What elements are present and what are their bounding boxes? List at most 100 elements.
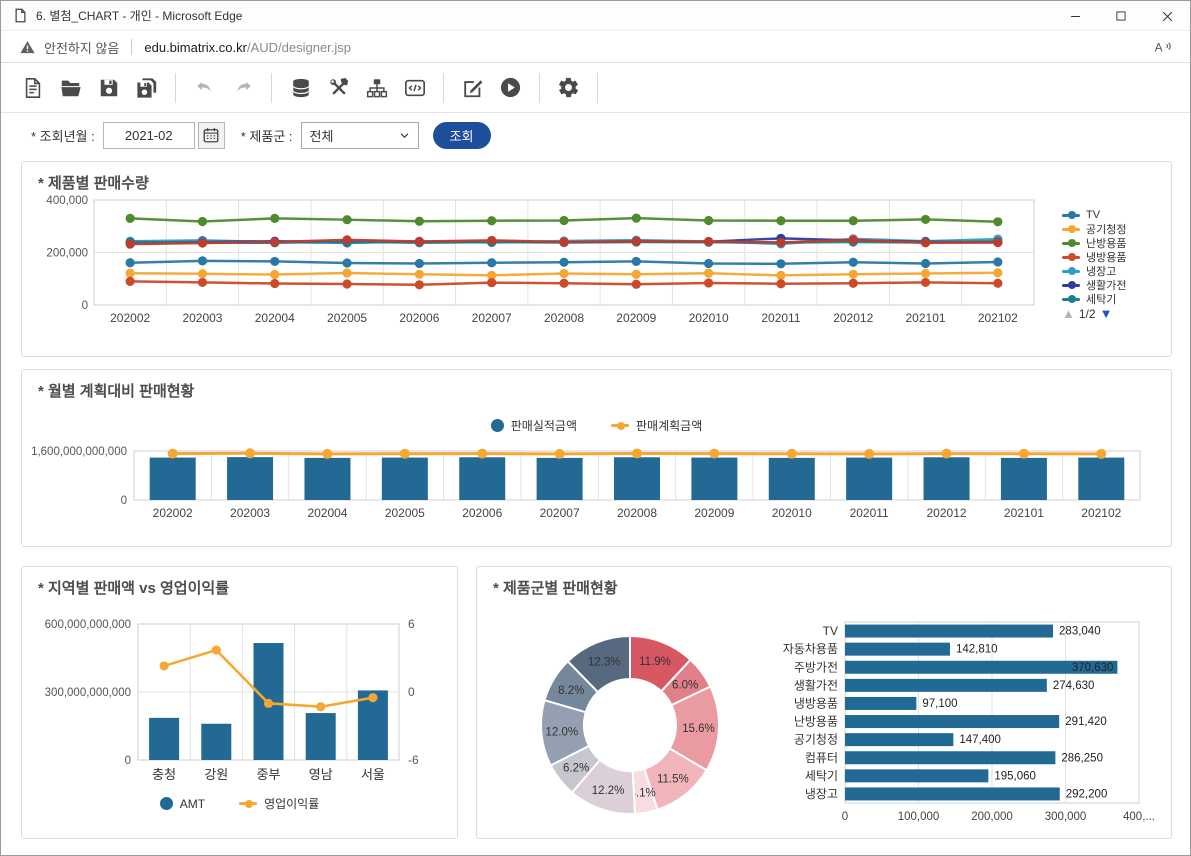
svg-text:12.2%: 12.2% [592,785,625,797]
svg-text:세탁기: 세탁기 [805,769,838,783]
svg-text:6.2%: 6.2% [563,762,589,774]
date-input[interactable] [103,122,195,149]
legend-page-down-icon[interactable]: ▼ [1100,306,1113,321]
svg-text:0: 0 [125,755,131,767]
svg-text:주방가전: 주방가전 [794,660,838,674]
save-all-icon[interactable] [135,76,158,99]
chevron-down-icon [399,130,410,141]
svg-text:202102: 202102 [978,311,1018,325]
toolbar-separator [271,73,272,103]
svg-text:생활가전: 생활가전 [794,678,838,692]
svg-text:202005: 202005 [327,311,367,325]
product-quantity-panel: * 제품별 판매수량 400,000200,000020200220200320… [21,161,1172,357]
svg-text:6.0%: 6.0% [672,679,698,691]
svg-text:300,000,000,000: 300,000,000,000 [45,687,131,699]
svg-text:1,600,000,000,000: 1,600,000,000,000 [31,446,127,458]
svg-text:자동차용품: 자동차용품 [783,642,838,656]
new-document-icon[interactable] [21,76,44,99]
svg-text:202012: 202012 [833,311,873,325]
svg-text:202007: 202007 [472,311,512,325]
svg-text:286,250: 286,250 [1061,752,1103,764]
svg-text:142,810: 142,810 [956,644,998,656]
svg-text:300,000: 300,000 [1045,811,1087,823]
svg-text:202011: 202011 [761,311,800,325]
legend-item: 난방용품 [1062,236,1168,250]
svg-text:202102: 202102 [1081,506,1121,520]
minimize-button[interactable] [1052,1,1098,31]
svg-text:영남: 영남 [309,767,333,782]
svg-text:11.9%: 11.9% [639,656,671,668]
product-quantity-line-chart: 400,000200,00002020022020032020042020052… [22,162,1171,356]
maximize-button[interactable] [1098,1,1144,31]
svg-text:283,040: 283,040 [1059,626,1101,638]
browser-window: 6. 별첨_CHART - 개인 - Microsoft Edge 안전하지 않… [0,0,1191,856]
svg-text:냉방용품: 냉방용품 [794,696,838,710]
svg-text:202012: 202012 [927,506,967,520]
svg-text:291,420: 291,420 [1065,716,1107,728]
window-title: 6. 별첨_CHART - 개인 - Microsoft Edge [36,7,242,24]
svg-text:TV: TV [823,624,838,638]
edit-icon[interactable] [461,76,484,99]
svg-text:충청: 충청 [152,767,176,782]
tools-icon[interactable] [327,76,350,99]
svg-text:202003: 202003 [182,311,222,325]
address-field[interactable]: edu.bimatrix.co.kr/AUD/designer.jsp [144,40,351,55]
svg-text:컴퓨터: 컴퓨터 [805,751,838,765]
urlbar-divider [131,39,132,55]
monthly-plan-bar-chart: 1,600,000,000,00002020022020032020042020… [22,370,1171,546]
code-icon[interactable] [403,76,426,99]
svg-text:202004: 202004 [255,311,295,325]
legend-page-up-icon[interactable]: ▲ [1062,306,1075,321]
svg-text:274,630: 274,630 [1053,680,1095,692]
toolbar-separator [539,73,540,103]
svg-text:공기청정: 공기청정 [794,733,838,747]
svg-text:-6: -6 [408,753,419,767]
svg-text:서울: 서울 [361,767,385,782]
not-secure-warning-icon [19,39,36,56]
svg-text:202006: 202006 [462,506,502,520]
database-icon[interactable] [289,76,312,99]
toolbar-separator [597,73,598,103]
svg-text:냉장고: 냉장고 [805,787,838,801]
svg-text:6: 6 [408,617,415,631]
svg-text:200,000: 200,000 [971,811,1013,823]
url-path: /AUD/designer.jsp [247,40,351,55]
svg-text:0: 0 [408,685,415,699]
svg-text:12.0%: 12.0% [545,726,578,738]
legend-item: 냉장고 [1062,264,1168,278]
svg-text:0: 0 [842,811,848,823]
svg-text:200,000: 200,000 [46,248,88,260]
product-select[interactable]: 전체 [301,122,419,149]
svg-text:400,...: 400,... [1123,811,1155,823]
legend-pager: ▲ 1/2 ▼ [1062,306,1112,321]
legend-page-label: 1/2 [1079,307,1096,321]
save-icon[interactable] [97,76,120,99]
run-icon[interactable] [499,76,522,99]
product-filter-label: * 제품군 : [241,126,293,145]
open-folder-icon[interactable] [59,76,82,99]
sitemap-icon[interactable] [365,76,388,99]
svg-text:202010: 202010 [689,311,729,325]
svg-text:600,000,000,000: 600,000,000,000 [45,619,131,631]
search-button[interactable]: 조회 [433,122,491,149]
legend-item: 영업이익률 [239,795,319,812]
calendar-icon [202,126,220,144]
settings-icon[interactable] [557,76,580,99]
svg-text:8.2%: 8.2% [558,685,584,697]
legend-item: AMT [160,797,205,811]
svg-text:202009: 202009 [616,311,656,325]
close-button[interactable] [1144,1,1190,31]
monthly-plan-panel: * 월별 계획대비 판매현황 판매실적금액판매계획금액 1,600,000,00… [21,369,1172,547]
read-aloud-icon[interactable]: A [1153,38,1172,57]
svg-text:202008: 202008 [544,311,584,325]
page-icon [13,8,28,23]
svg-text:195,060: 195,060 [994,770,1036,782]
svg-text:147,400: 147,400 [959,734,1001,746]
product-group-donut-and-bar-chart: 11.9%6.0%15.6%11.5%4.1%12.2%6.2%12.0%8.2… [477,567,1171,838]
svg-text:중부: 중부 [257,767,281,782]
product-select-value: 전체 [310,126,334,145]
calendar-button[interactable] [198,122,225,149]
svg-text:0: 0 [121,495,127,507]
url-host: edu.bimatrix.co.kr [144,40,247,55]
not-secure-label: 안전하지 않음 [44,38,119,57]
